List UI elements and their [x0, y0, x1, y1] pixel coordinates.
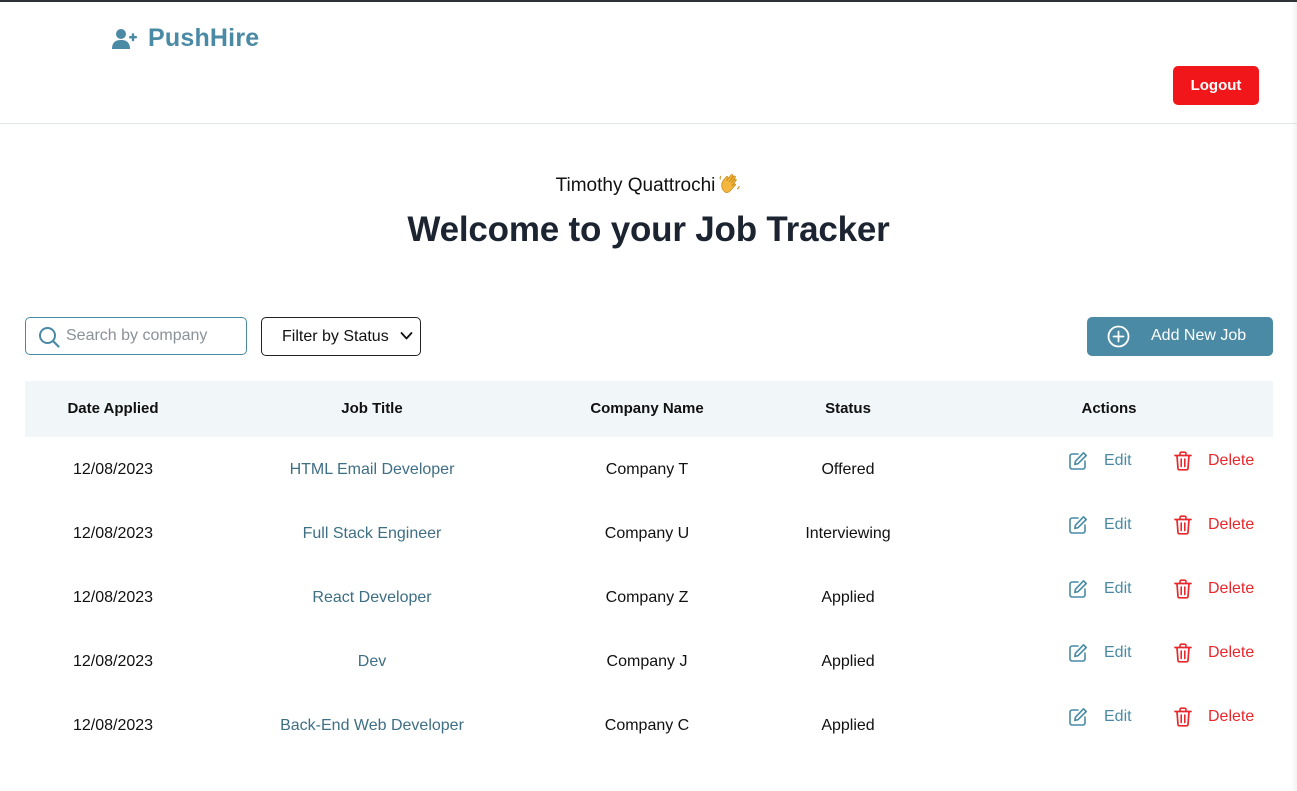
trash-icon: [1174, 643, 1192, 663]
edit-icon: [1069, 708, 1087, 726]
top-header: PushHire Logout: [0, 2, 1297, 124]
edit-label: Edit: [1104, 580, 1132, 597]
delete-label: Delete: [1208, 708, 1255, 725]
edit-icon: [1069, 452, 1087, 470]
job-title-link[interactable]: Full Stack Engineer: [303, 525, 442, 543]
job-title-link[interactable]: React Developer: [312, 589, 431, 607]
delete-button[interactable]: Delete: [1174, 643, 1254, 663]
delete-button[interactable]: Delete: [1174, 579, 1254, 599]
brand-name: PushHire: [148, 24, 260, 52]
greeting-line: Timothy Quattrochi: [0, 172, 1297, 197]
edit-icon: [1069, 644, 1087, 662]
delete-label: Delete: [1208, 452, 1255, 469]
table-row: 12/08/2023 React Developer Company Z Applie…: [25, 565, 1273, 629]
column-header-company: Company Name: [590, 400, 704, 417]
date-applied-cell: 12/08/2023: [72, 717, 154, 734]
column-header-status: Status: [825, 400, 871, 417]
company-name-cell: Company Z: [605, 589, 689, 606]
user-plus-icon: [112, 28, 137, 49]
status-cell: Applied: [821, 717, 875, 734]
add-new-job-label: Add New Job: [1151, 327, 1247, 344]
status-cell: Applied: [821, 589, 875, 606]
edit-label: Edit: [1104, 644, 1132, 661]
edit-label: Edit: [1104, 516, 1132, 533]
add-new-job-button[interactable]: Add New Job: [1087, 317, 1273, 356]
search-icon: [39, 327, 60, 348]
edit-button[interactable]: Edit: [1068, 707, 1132, 727]
trash-icon: [1174, 707, 1192, 727]
search-box[interactable]: [25, 317, 247, 355]
edit-label: Edit: [1104, 452, 1132, 469]
delete-label: Delete: [1208, 580, 1255, 597]
column-header-job-title: Job Title: [341, 400, 403, 417]
scroll-edge-shadow: [1291, 2, 1297, 791]
page-title: Welcome to your Job Tracker: [407, 210, 890, 249]
delete-label: Delete: [1208, 644, 1255, 661]
company-name-cell: Company U: [604, 525, 690, 542]
column-header-actions: Actions: [1081, 400, 1137, 417]
trash-icon: [1174, 515, 1192, 535]
edit-label: Edit: [1104, 708, 1132, 725]
company-name-cell: Company C: [604, 717, 690, 734]
job-title-link[interactable]: HTML Email Developer: [290, 461, 455, 479]
user-name: Timothy Quattrochi: [555, 175, 716, 196]
delete-button[interactable]: Delete: [1174, 515, 1254, 535]
status-cell: Offered: [821, 461, 875, 478]
edit-button[interactable]: Edit: [1068, 643, 1132, 663]
table-row: 12/08/2023 Full Stack Engineer Company U In…: [25, 501, 1273, 565]
edit-icon: [1069, 580, 1087, 598]
chevron-down-icon: [400, 332, 413, 340]
search-input[interactable]: [66, 324, 238, 348]
column-header-date: Date Applied: [67, 400, 159, 417]
job-title-link[interactable]: Dev: [358, 653, 386, 671]
status-cell: Interviewing: [805, 525, 891, 542]
edit-button[interactable]: Edit: [1068, 451, 1132, 471]
date-applied-cell: 12/08/2023: [72, 653, 154, 670]
date-applied-cell: 12/08/2023: [72, 461, 154, 478]
delete-label: Delete: [1208, 516, 1255, 533]
status-cell: Applied: [821, 653, 875, 670]
trash-icon: [1174, 579, 1192, 599]
table-row: 12/08/2023 Back-End Web Developer Company …: [25, 693, 1273, 757]
status-filter-select[interactable]: Filter by Status: [261, 317, 421, 356]
edit-icon: [1069, 516, 1087, 534]
table-row: 12/08/2023 HTML Email Developer Company T O…: [25, 437, 1273, 501]
brand-logo-link[interactable]: PushHire: [112, 24, 259, 53]
date-applied-cell: 12/08/2023: [72, 525, 154, 542]
job-tracker-page: PushHire Logout Timothy Quattrochi Welco…: [0, 0, 1297, 791]
company-name-cell: Company T: [605, 461, 689, 478]
delete-button[interactable]: Delete: [1174, 707, 1254, 727]
company-name-cell: Company J: [606, 653, 688, 670]
edit-button[interactable]: Edit: [1068, 515, 1132, 535]
plus-circle-icon: [1107, 325, 1130, 348]
delete-button[interactable]: Delete: [1174, 451, 1254, 471]
job-title-link[interactable]: Back-End Web Developer: [280, 717, 464, 735]
edit-button[interactable]: Edit: [1068, 579, 1132, 599]
filter-label: Filter by Status: [282, 328, 389, 345]
date-applied-cell: 12/08/2023: [72, 589, 154, 606]
logout-button[interactable]: Logout: [1173, 66, 1259, 105]
waving-hand-icon: [720, 174, 741, 193]
table-header: Date Applied Job Title Company Name Stat…: [25, 381, 1273, 437]
table-row: 12/08/2023 Dev Company J Applied Edit Delete: [25, 629, 1273, 693]
trash-icon: [1174, 451, 1192, 471]
